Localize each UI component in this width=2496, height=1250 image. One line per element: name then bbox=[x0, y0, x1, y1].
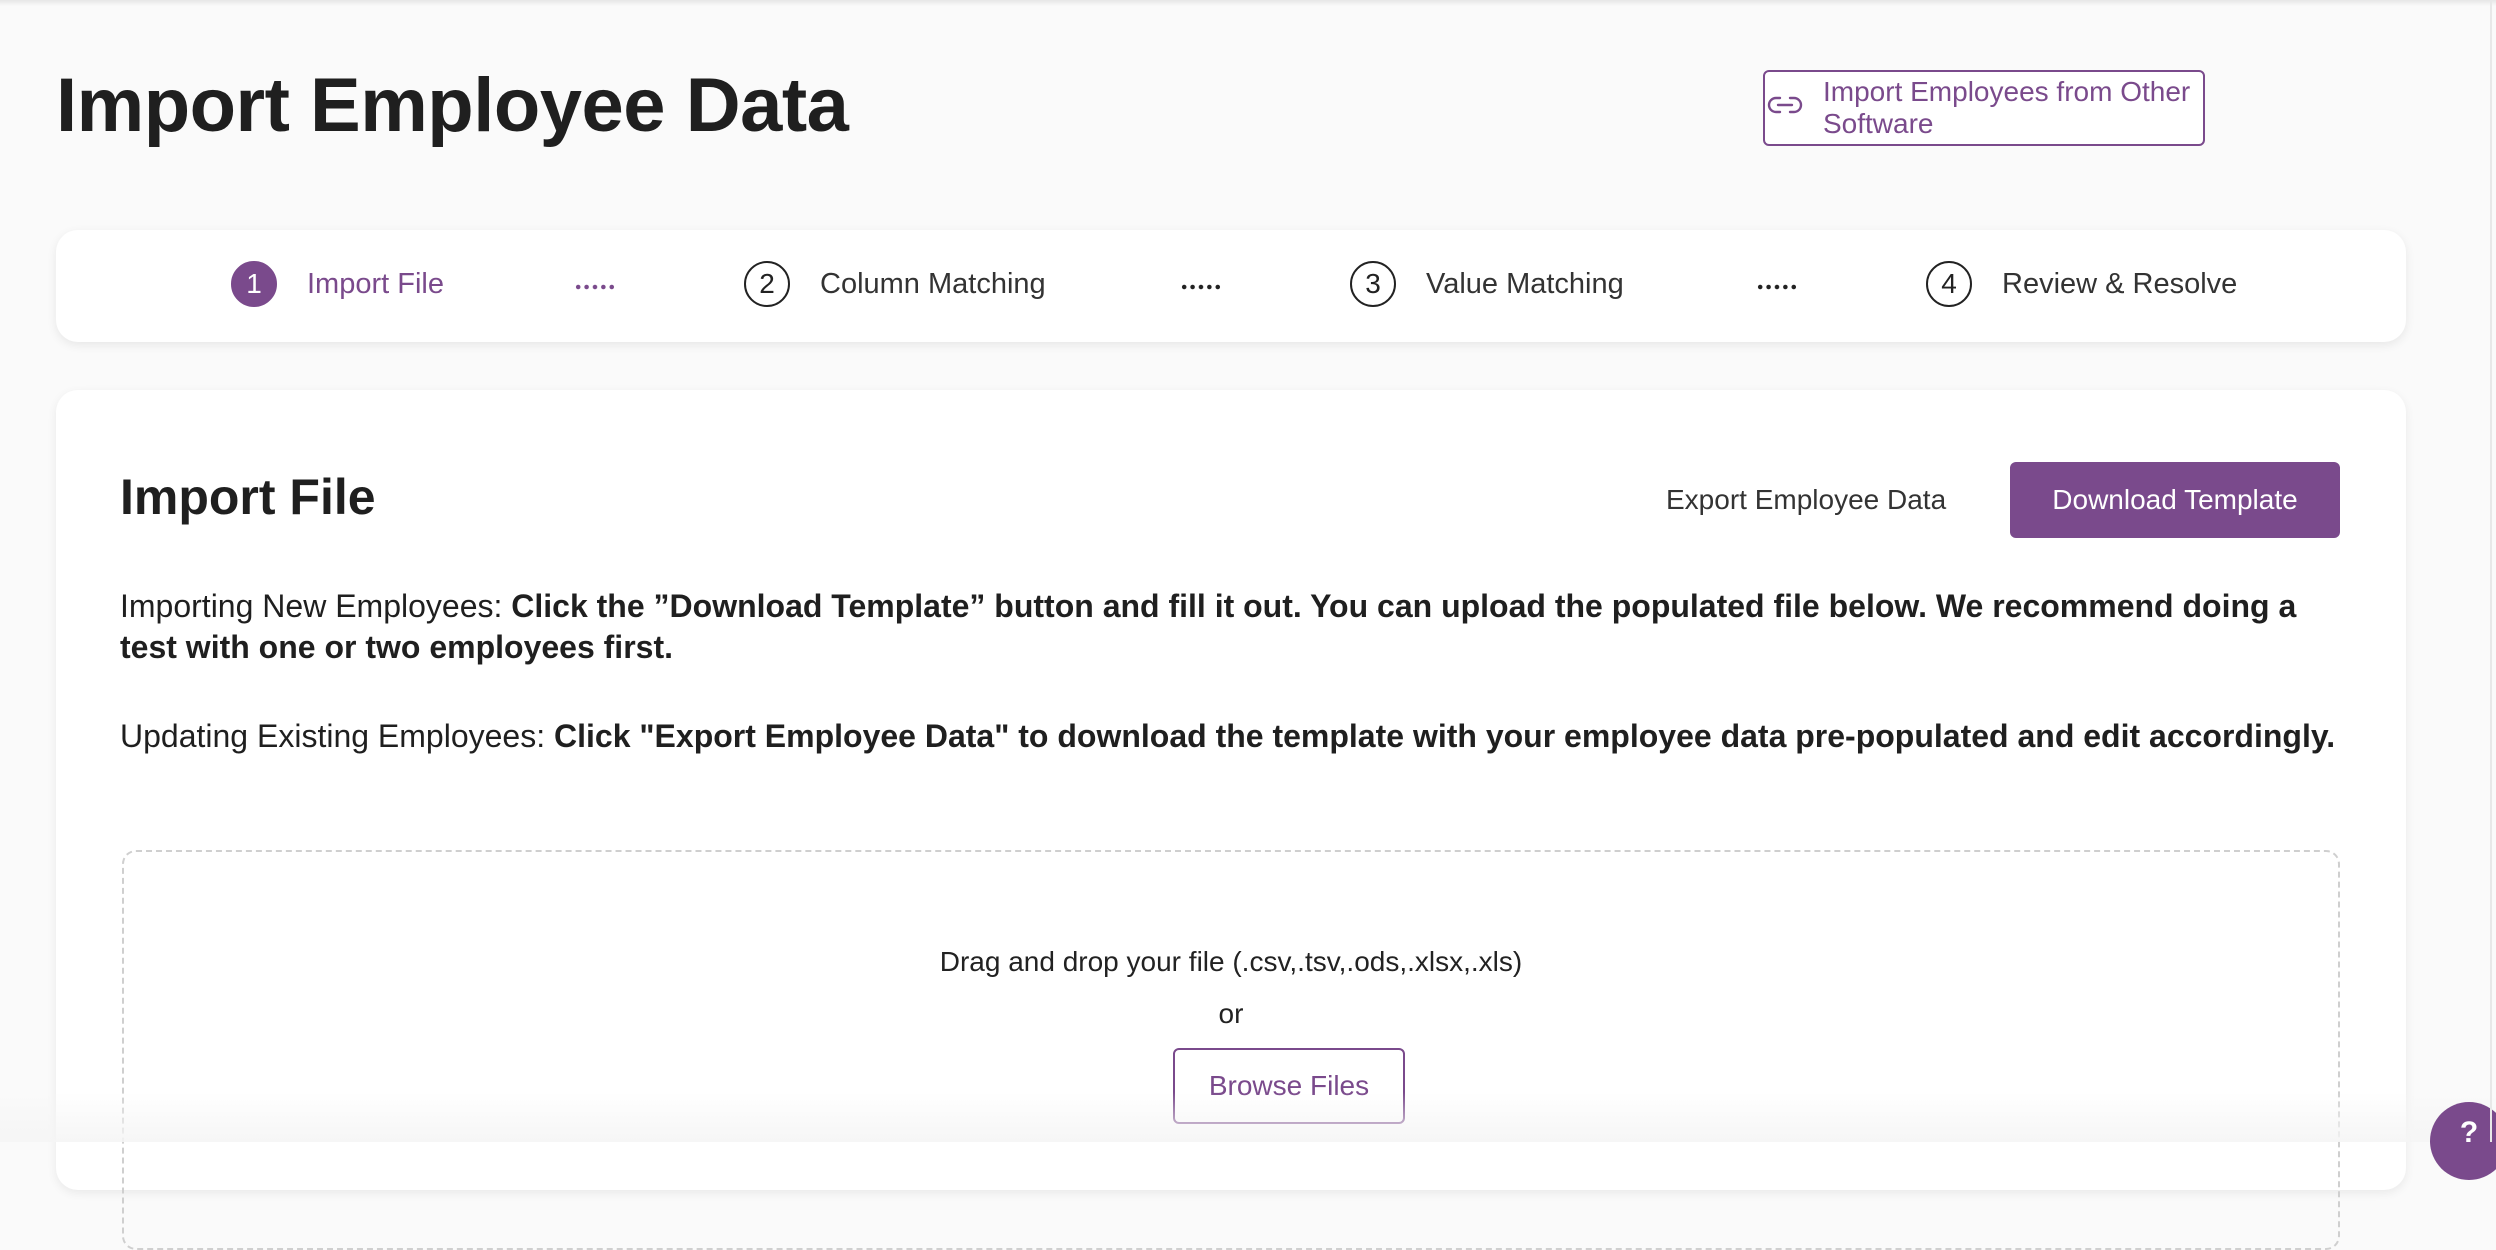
step-connector bbox=[1756, 284, 1798, 290]
help-button[interactable]: ? bbox=[2430, 1102, 2496, 1180]
browse-files-button[interactable]: Browse Files bbox=[1173, 1048, 1405, 1124]
step-number: 4 bbox=[1926, 261, 1972, 307]
export-employee-data-link[interactable]: Export Employee Data bbox=[1666, 484, 1946, 516]
step-label: Column Matching bbox=[820, 267, 1046, 300]
download-template-button[interactable]: Download Template bbox=[2010, 462, 2340, 538]
link-icon bbox=[1765, 92, 1805, 124]
import-stepper: 1 Import File 2 Column Matching 3 Value … bbox=[56, 230, 2406, 342]
step-connector bbox=[574, 284, 616, 290]
step-number: 2 bbox=[744, 261, 790, 307]
step-column-matching[interactable]: 2 Column Matching bbox=[744, 261, 1046, 307]
file-dropzone[interactable]: Drag and drop your file (.csv,.tsv,.ods,… bbox=[122, 850, 2340, 1250]
import-file-card: Import File Export Employee Data Downloa… bbox=[56, 390, 2406, 1250]
step-label: Review & Resolve bbox=[2002, 267, 2238, 300]
step-value-matching[interactable]: 3 Value Matching bbox=[1350, 261, 1624, 307]
existing-employees-lead: Updating Existing Employees: bbox=[120, 718, 554, 754]
step-review-resolve[interactable]: 4 Review & Resolve bbox=[1926, 261, 2237, 307]
import-from-other-software-label: Import Employees from Other Software bbox=[1823, 76, 2191, 139]
dropzone-hint: Drag and drop your file (.csv,.tsv,.ods,… bbox=[939, 946, 1523, 977]
step-label: Value Matching bbox=[1426, 267, 1624, 300]
new-employees-instructions: Importing New Employees: Click the ”Down… bbox=[120, 586, 2360, 668]
scrollbar-track[interactable] bbox=[2490, 0, 2492, 1142]
dropzone-or: or bbox=[1218, 998, 1244, 1029]
existing-employees-instructions: Updating Existing Employees: Click "Expo… bbox=[120, 716, 2360, 757]
import-from-other-software-button[interactable]: Import Employees from Other Software bbox=[1763, 70, 2205, 146]
step-import-file[interactable]: 1 Import File bbox=[231, 261, 444, 307]
page-title: Import Employee Data bbox=[56, 63, 849, 148]
card-title: Import File bbox=[120, 469, 376, 525]
existing-employees-body: Click "Export Employee Data" to download… bbox=[554, 718, 2336, 754]
step-connector bbox=[1180, 284, 1222, 290]
step-number: 3 bbox=[1350, 261, 1396, 307]
step-label: Import File bbox=[307, 267, 444, 300]
step-number: 1 bbox=[231, 261, 277, 307]
top-shadow bbox=[0, 0, 2496, 6]
new-employees-lead: Importing New Employees: bbox=[120, 588, 512, 624]
